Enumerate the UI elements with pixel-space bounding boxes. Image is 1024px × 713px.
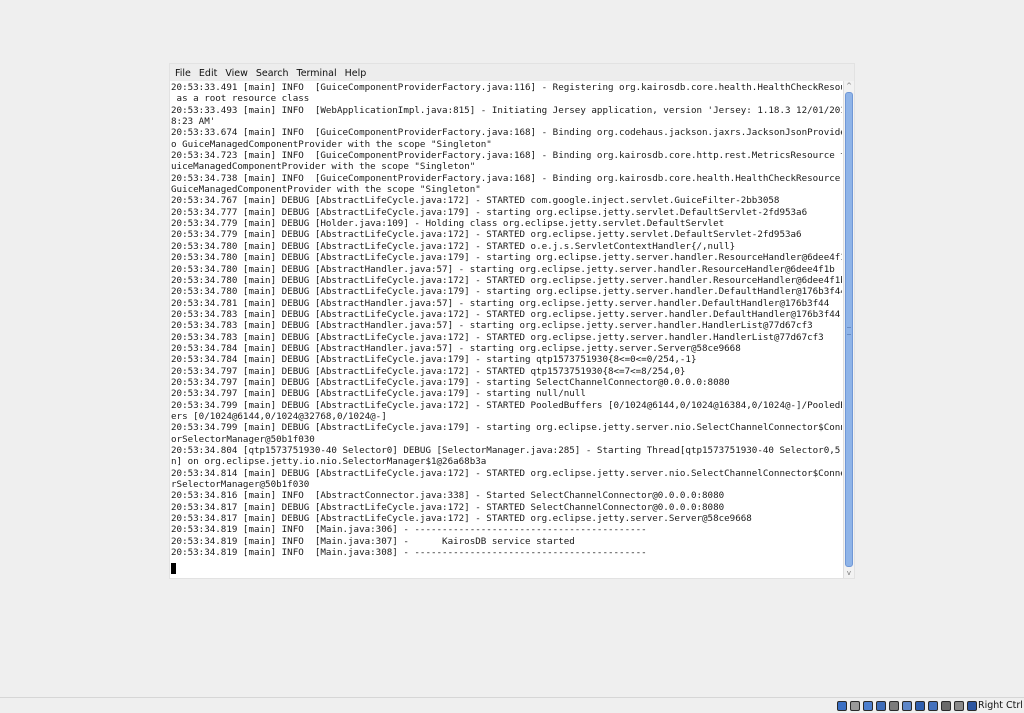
audio-icon[interactable] <box>863 701 873 711</box>
log-line: 20:53:34.767 [main] DEBUG [AbstractLifeC… <box>171 195 780 207</box>
log-line: 20:53:34.777 [main] DEBUG [AbstractLifeC… <box>171 206 808 218</box>
hard-disk-icon[interactable] <box>837 701 847 711</box>
scroll-up-arrow-icon[interactable]: ^ <box>844 81 854 91</box>
usb-icon[interactable] <box>889 701 899 711</box>
log-output: 20:53:33.491 [main] INFO [GuiceComponent… <box>170 81 842 558</box>
log-line: 20:53:34.797 [main] DEBUG [AbstractLifeC… <box>171 365 686 377</box>
keyboard-capture-icon[interactable] <box>967 701 977 711</box>
display-icon[interactable] <box>915 701 925 711</box>
log-line: rSelectorManager@50b1f030 <box>171 479 310 491</box>
log-line: 20:53:34.780 [main] DEBUG [AbstractLifeC… <box>171 274 842 286</box>
shared-folders-icon[interactable] <box>902 701 912 711</box>
recording-icon[interactable] <box>941 701 951 711</box>
log-line: 20:53:34.723 [main] INFO [GuiceComponent… <box>171 150 842 162</box>
log-line: 20:53:34.779 [main] DEBUG [AbstractLifeC… <box>171 229 802 241</box>
text-cursor <box>171 563 176 575</box>
vertical-scrollbar[interactable]: ^ v <box>843 81 854 578</box>
scroll-down-arrow-icon[interactable]: v <box>844 568 854 578</box>
menu-file[interactable]: File <box>171 66 195 82</box>
log-line: 8:23 AM' <box>171 116 216 128</box>
menu-search[interactable]: Search <box>252 66 293 82</box>
status-icon-tray <box>837 699 980 713</box>
optical-drive-icon[interactable] <box>850 701 860 711</box>
log-line: 20:53:34.784 [main] DEBUG [AbstractLifeC… <box>171 354 697 366</box>
menu-terminal[interactable]: Terminal <box>293 66 341 82</box>
log-line: as a root resource class <box>171 93 310 105</box>
terminal-window: File Edit View Search Terminal Help 20:5… <box>170 64 854 578</box>
scrollbar-grip-icon <box>847 327 851 335</box>
network-icon[interactable] <box>876 701 886 711</box>
terminal-output[interactable]: 20:53:33.491 [main] INFO [GuiceComponent… <box>170 81 842 578</box>
vm-screen: File Edit View Search Terminal Help 20:5… <box>0 0 1024 713</box>
log-line: 20:53:34.779 [main] DEBUG [Holder.java:1… <box>171 218 725 230</box>
host-key-label: Right Ctrl <box>978 700 1023 711</box>
log-line: o GuiceManagedComponentProvider with the… <box>171 138 492 150</box>
terminal-menubar: File Edit View Search Terminal Help <box>170 64 854 81</box>
log-line: 20:53:34.780 [main] DEBUG [AbstractLifeC… <box>171 240 736 252</box>
log-line: ers [0/1024@6144,0/1024@32768,0/1024@-] <box>171 410 387 422</box>
mouse-integration-icon[interactable] <box>954 701 964 711</box>
log-line: 20:53:34.780 [main] DEBUG [AbstractLifeC… <box>171 252 842 264</box>
log-line: GuiceManagedComponentProvider with the s… <box>171 184 481 196</box>
log-line: 20:53:34.783 [main] DEBUG [AbstractLifeC… <box>171 331 824 343</box>
log-line: 20:53:34.817 [main] DEBUG [AbstractLifeC… <box>171 501 725 513</box>
log-line: 20:53:34.819 [main] INFO [Main.java:307]… <box>171 535 575 547</box>
log-line: 20:53:34.783 [main] DEBUG [AbstractHandl… <box>171 320 813 332</box>
log-line: uiceManagedComponentProvider with the sc… <box>171 161 476 173</box>
menu-edit[interactable]: Edit <box>195 66 221 82</box>
log-line: 20:53:34.816 [main] INFO [AbstractConnec… <box>171 490 725 502</box>
log-line: 20:53:34.783 [main] DEBUG [AbstractLifeC… <box>171 308 841 320</box>
log-line: 20:53:34.797 [main] DEBUG [AbstractLifeC… <box>171 388 586 400</box>
log-line: 20:53:34.784 [main] DEBUG [AbstractHandl… <box>171 342 741 354</box>
log-line: n] on org.eclipse.jetty.io.nio.SelectorM… <box>171 456 487 468</box>
log-line: 20:53:34.797 [main] DEBUG [AbstractLifeC… <box>171 376 730 388</box>
prompt-line <box>170 559 842 575</box>
log-line: 20:53:34.804 [qtp1573751930-40 Selector0… <box>171 445 842 456</box>
log-line: 20:53:33.493 [main] INFO [WebApplication… <box>171 104 842 116</box>
log-line: 20:53:34.781 [main] DEBUG [AbstractHandl… <box>171 297 830 309</box>
log-line: 20:53:34.819 [main] INFO [Main.java:308]… <box>171 547 647 559</box>
log-line: 20:53:34.799 [main] DEBUG [AbstractLifeC… <box>171 422 842 434</box>
log-line: 20:53:33.491 [main] INFO [GuiceComponent… <box>171 82 842 93</box>
log-line: 20:53:34.814 [main] DEBUG [AbstractLifeC… <box>171 467 842 479</box>
log-line: 20:53:34.738 [main] INFO [GuiceComponent… <box>171 172 842 184</box>
log-line: 20:53:34.817 [main] DEBUG [AbstractLifeC… <box>171 513 752 525</box>
log-line: 20:53:34.799 [main] DEBUG [AbstractLifeC… <box>171 399 842 411</box>
menu-help[interactable]: Help <box>341 66 371 82</box>
log-line: 20:53:34.819 [main] INFO [Main.java:306]… <box>171 524 647 536</box>
log-line: 20:53:33.674 [main] INFO [GuiceComponent… <box>171 127 842 139</box>
video-capture-icon[interactable] <box>928 701 938 711</box>
log-line: 20:53:34.780 [main] DEBUG [AbstractHandl… <box>171 263 835 275</box>
vm-status-bar: Right Ctrl <box>0 697 1024 713</box>
menu-view[interactable]: View <box>221 66 252 82</box>
log-line: 20:53:34.780 [main] DEBUG [AbstractLifeC… <box>171 286 842 298</box>
scrollbar-thumb[interactable] <box>845 92 853 567</box>
log-line: orSelectorManager@50b1f030 <box>171 433 315 445</box>
